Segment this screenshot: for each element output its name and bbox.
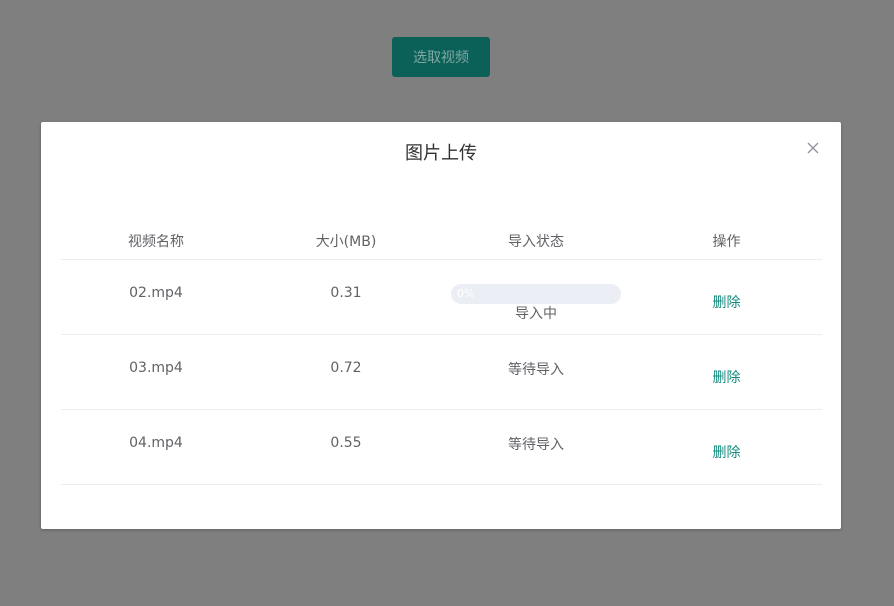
- column-header-action: 操作: [712, 233, 741, 250]
- action-cell: 删除: [631, 335, 822, 409]
- table-row: 03.mp4 0.72 等待导入 删除: [61, 335, 822, 410]
- action-cell: 删除: [631, 260, 822, 334]
- video-name: 03.mp4: [129, 360, 183, 376]
- import-progress-bar: 0%: [451, 284, 621, 304]
- progress-text: 0%: [457, 287, 475, 300]
- video-size: 0.55: [330, 435, 362, 451]
- video-size: 0.72: [330, 360, 362, 376]
- upload-dialog: 图片上传 视频名称 大小(MB) 导入状态 操作 02.mp4 0.31 0% …: [41, 122, 841, 529]
- table-row: 02.mp4 0.31 0% 导入中 删除: [61, 260, 822, 335]
- column-header-size: 大小(MB): [315, 233, 377, 250]
- action-cell: 删除: [631, 410, 822, 484]
- table-row: 04.mp4 0.55 等待导入 删除: [61, 410, 822, 485]
- delete-button[interactable]: 删除: [713, 370, 741, 386]
- video-name: 04.mp4: [129, 435, 183, 451]
- video-size: 0.31: [330, 285, 362, 301]
- delete-button[interactable]: 删除: [713, 445, 741, 461]
- close-icon[interactable]: [805, 140, 821, 156]
- import-status: 等待导入: [508, 362, 564, 378]
- column-header-status: 导入状态: [508, 233, 564, 250]
- table-header: 视频名称 大小(MB) 导入状态 操作: [61, 222, 822, 260]
- import-status: 0% 导入中: [441, 260, 631, 334]
- select-video-button[interactable]: 选取视频: [392, 37, 490, 77]
- delete-button[interactable]: 删除: [713, 295, 741, 311]
- status-label: 导入中: [515, 306, 557, 322]
- column-header-name: 视频名称: [128, 233, 184, 250]
- dialog-title: 图片上传: [405, 143, 477, 164]
- import-status: 等待导入: [508, 437, 564, 453]
- upload-table: 视频名称 大小(MB) 导入状态 操作 02.mp4 0.31 0% 导入中 删…: [61, 222, 822, 485]
- video-name: 02.mp4: [129, 285, 183, 301]
